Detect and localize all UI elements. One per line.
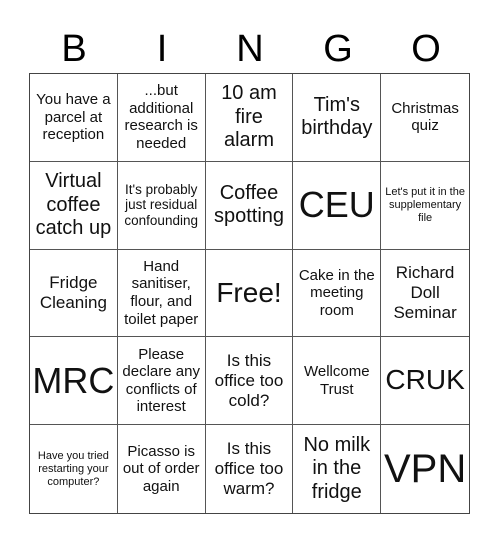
bingo-cell[interactable]: ...but additional research is needed xyxy=(117,74,206,162)
bingo-header: B I N G O xyxy=(30,28,470,70)
bingo-cell[interactable]: CRUK xyxy=(381,337,469,426)
bingo-cell[interactable]: Virtual coffee catch up xyxy=(30,161,118,250)
header-letter-o: O xyxy=(411,28,441,70)
bingo-cell[interactable]: You have a parcel at reception xyxy=(30,74,118,162)
bingo-cell-free[interactable]: Free! xyxy=(205,249,294,338)
bingo-grid: You have a parcel at reception ...but ad… xyxy=(29,73,470,514)
bingo-cell[interactable]: CEU xyxy=(293,161,382,250)
bingo-cell[interactable]: Picasso is out of order again xyxy=(118,425,206,513)
bingo-cell[interactable]: Fridge Cleaning xyxy=(30,249,118,338)
bingo-cell[interactable]: No milk in the fridge xyxy=(293,425,382,513)
bingo-cell[interactable]: Have you tried restarting your computer? xyxy=(30,425,118,513)
bingo-cell[interactable]: Is this office too cold? xyxy=(205,337,294,426)
header-letter-g: G xyxy=(323,28,353,70)
bingo-cell[interactable]: Coffee spotting xyxy=(205,161,294,250)
bingo-cell[interactable]: 10 am fire alarm xyxy=(205,74,294,162)
bingo-cell[interactable]: Wellcome Trust xyxy=(293,337,382,426)
bingo-cell[interactable]: MRC xyxy=(30,337,118,426)
bingo-cell[interactable]: Is this office too warm? xyxy=(206,425,294,513)
bingo-cell[interactable]: Let's put it in the supplementary file xyxy=(381,162,469,250)
header-letter-b: B xyxy=(61,28,87,70)
bingo-cell[interactable]: Tim's birthday xyxy=(293,74,382,162)
bingo-cell[interactable]: Christmas quiz xyxy=(381,74,469,162)
header-letter-n: N xyxy=(236,28,264,70)
bingo-cell[interactable]: Richard Doll Seminar xyxy=(381,250,469,338)
bingo-cell[interactable]: Please declare any conflicts of interest xyxy=(117,337,206,426)
header-letter-i: I xyxy=(156,28,168,70)
bingo-cell[interactable]: It's probably just residual confounding xyxy=(117,161,206,250)
bingo-cell[interactable]: VPN xyxy=(381,425,469,513)
bingo-cell[interactable]: Cake in the meeting room xyxy=(293,249,382,338)
bingo-cell[interactable]: Hand sanitiser, flour, and toilet paper xyxy=(117,249,206,338)
